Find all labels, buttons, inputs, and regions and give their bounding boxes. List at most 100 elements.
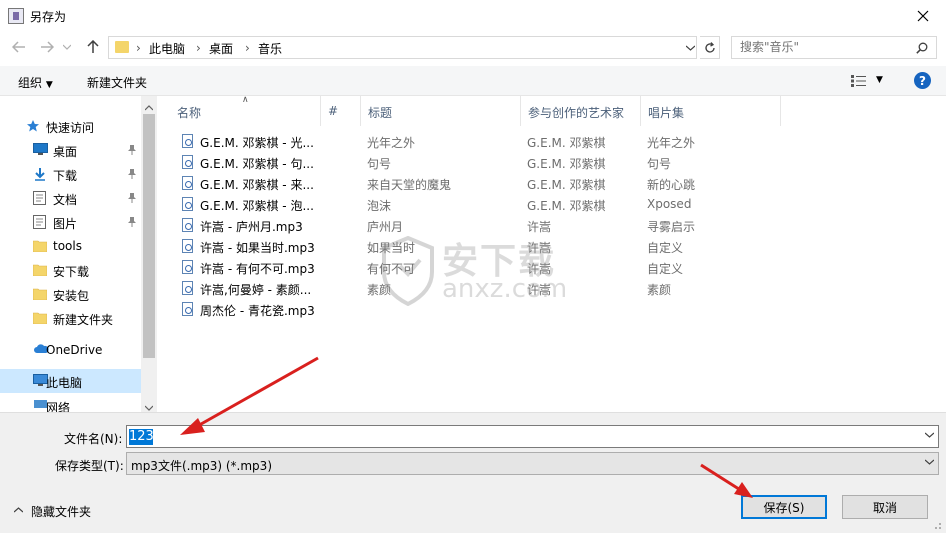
sidebar-item-label: 文档 xyxy=(53,193,78,207)
breadcrumb-this-pc[interactable]: 此电脑 xyxy=(149,40,185,57)
file-row[interactable]: G.E.M. 邓紫棋 - 来... 来自天堂的魔鬼 G.E.M. 邓紫棋 新的心跳 xyxy=(174,173,734,194)
document-icon xyxy=(33,191,48,205)
file-title: 泡沫 xyxy=(367,199,392,213)
sidebar-item[interactable]: tools xyxy=(0,234,141,258)
filetype-label: 保存类型(T): xyxy=(55,459,124,473)
hide-folders-label: 隐藏文件夹 xyxy=(31,505,92,519)
pin-icon xyxy=(127,216,137,227)
filename-input[interactable] xyxy=(129,428,909,445)
caret-up-icon xyxy=(14,507,23,513)
organize-button[interactable]: 组织 ▼ xyxy=(18,74,53,91)
file-title: 来自天堂的魔鬼 xyxy=(367,178,452,192)
file-row[interactable]: G.E.M. 邓紫棋 - 光... 光年之外 G.E.M. 邓紫棋 光年之外 xyxy=(174,131,734,152)
sidebar-item[interactable]: 网络 xyxy=(0,394,141,412)
audio-file-icon xyxy=(182,218,193,232)
column-header-album[interactable]: 唱片集 xyxy=(641,96,781,126)
audio-file-icon xyxy=(182,239,193,253)
sidebar-item[interactable]: 图片 xyxy=(0,210,141,234)
sidebar-item-label: OneDrive xyxy=(46,343,103,357)
save-button[interactable]: 保存(S) xyxy=(741,495,827,519)
file-album: 寻雾启示 xyxy=(647,220,696,234)
pin-icon xyxy=(127,144,137,155)
file-album: 句号 xyxy=(647,157,672,171)
title-bar: 另存为 xyxy=(0,0,946,32)
file-name: G.E.M. 邓紫棋 - 泡... xyxy=(200,199,314,213)
address-dropdown[interactable] xyxy=(681,36,699,59)
file-album: 素颜 xyxy=(647,283,672,297)
window-title: 另存为 xyxy=(30,10,67,24)
chevron-down-icon[interactable] xyxy=(925,432,934,438)
sidebar-scrollbar[interactable] xyxy=(141,96,157,412)
file-artist: G.E.M. 邓紫棋 xyxy=(527,136,606,150)
column-header-artist[interactable]: 参与创作的艺术家 xyxy=(521,96,641,126)
audio-file-icon xyxy=(182,260,193,274)
filename-combobox[interactable] xyxy=(126,425,939,448)
sidebar-item-label: 安装包 xyxy=(53,289,90,303)
file-row[interactable]: G.E.M. 邓紫棋 - 句... 句号 G.E.M. 邓紫棋 句号 xyxy=(174,152,734,173)
scrollbar-thumb[interactable] xyxy=(143,114,155,358)
folder-icon xyxy=(32,311,48,325)
file-name: 许嵩 - 有何不可.mp3 xyxy=(200,262,315,276)
sidebar-item-label: 快速访问 xyxy=(46,121,95,135)
back-button[interactable] xyxy=(8,36,30,58)
breadcrumb-desktop[interactable]: 桌面 xyxy=(209,40,233,57)
sidebar-item[interactable]: 安装包 xyxy=(0,282,141,306)
arrow-left-icon xyxy=(12,41,25,53)
sidebar-item[interactable]: 安下载 xyxy=(0,258,141,282)
watermark: 安下载 anxz.com xyxy=(380,232,620,312)
sidebar-item[interactable]: 桌面 xyxy=(0,138,141,162)
sidebar-item[interactable]: OneDrive xyxy=(0,338,141,362)
file-name: 许嵩 - 庐州月.mp3 xyxy=(200,220,303,234)
watermark-domain: anxz.com xyxy=(442,274,568,304)
recent-dropdown[interactable] xyxy=(60,36,74,58)
sidebar-item[interactable]: 新建文件夹 xyxy=(0,306,141,330)
file-artist: G.E.M. 邓紫棋 xyxy=(527,178,606,192)
close-button[interactable] xyxy=(900,0,946,32)
sidebar-item-label: tools xyxy=(53,239,82,253)
file-title: 光年之外 xyxy=(367,136,416,150)
hide-folders-toggle[interactable]: 隐藏文件夹 xyxy=(12,502,112,519)
folder-icon xyxy=(115,41,129,53)
sidebar-item[interactable]: 文档 xyxy=(0,186,141,210)
sidebar-item[interactable]: 快速访问 xyxy=(0,114,141,138)
sidebar-item[interactable]: 下载 xyxy=(0,162,141,186)
close-icon xyxy=(917,10,929,22)
picture-icon xyxy=(33,215,48,229)
scroll-up-icon[interactable] xyxy=(144,100,154,114)
view-list-icon xyxy=(851,75,866,87)
sidebar-item-label: 网络 xyxy=(46,401,71,412)
view-options-button[interactable]: ▼ xyxy=(851,74,891,90)
pin-icon xyxy=(127,192,137,203)
chevron-right-icon: › xyxy=(136,41,141,55)
column-header-title[interactable]: 标题 xyxy=(361,96,521,126)
search-input[interactable] xyxy=(740,40,900,54)
help-button[interactable]: ? xyxy=(914,72,931,89)
new-folder-button[interactable]: 新建文件夹 xyxy=(87,74,147,91)
forward-button[interactable] xyxy=(36,36,58,58)
column-header-number[interactable]: # xyxy=(321,96,361,126)
file-name: G.E.M. 邓紫棋 - 光... xyxy=(200,136,314,150)
filename-label: 文件名(N): xyxy=(64,432,123,446)
address-bar[interactable]: › 此电脑 › 桌面 › 音乐 xyxy=(108,36,697,59)
file-title: 句号 xyxy=(367,157,392,171)
caret-down-icon: ▼ xyxy=(45,80,53,90)
sidebar-item[interactable]: 此电脑 xyxy=(0,369,141,393)
resize-grip-icon[interactable] xyxy=(930,518,942,530)
sidebar-item-label: 图片 xyxy=(53,217,78,231)
file-row[interactable]: G.E.M. 邓紫棋 - 泡... 泡沫 G.E.M. 邓紫棋 Xposed xyxy=(174,194,734,215)
refresh-button[interactable] xyxy=(700,36,720,59)
navigation-pane: 快速访问桌面下载文档图片 tools 安下载安装包新建文件夹 OneDrive 此电脑网… xyxy=(0,96,157,412)
file-artist: G.E.M. 邓紫棋 xyxy=(527,199,606,213)
sidebar-item-label: 桌面 xyxy=(53,145,78,159)
breadcrumb-music[interactable]: 音乐 xyxy=(258,40,282,57)
sidebar-item-label: 新建文件夹 xyxy=(53,313,114,327)
audio-file-icon xyxy=(182,302,193,316)
up-button[interactable] xyxy=(82,36,104,58)
audio-file-icon xyxy=(182,281,193,295)
search-box[interactable] xyxy=(731,36,937,59)
cancel-button[interactable]: 取消 xyxy=(842,495,928,519)
filetype-select[interactable]: mp3文件(.mp3) (*.mp3) xyxy=(126,452,939,475)
refresh-icon xyxy=(704,41,715,53)
file-name: G.E.M. 邓紫棋 - 来... xyxy=(200,178,314,192)
folder-icon xyxy=(32,239,48,253)
